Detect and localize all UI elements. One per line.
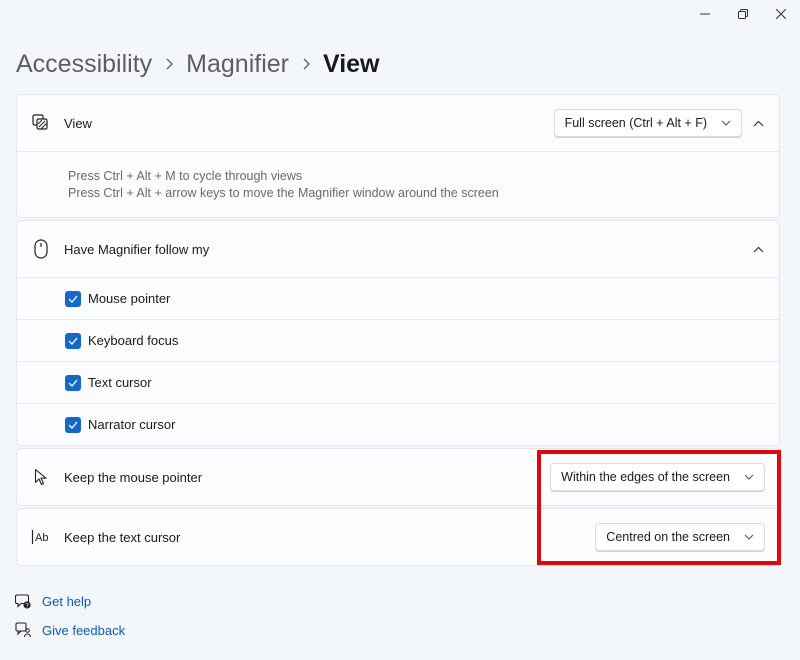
checkmark-icon bbox=[68, 421, 78, 429]
view-info: Press Ctrl + Alt + M to cycle through vi… bbox=[17, 151, 779, 217]
help-links: ? Get help Give feedback bbox=[14, 590, 125, 648]
text-cursor-card: Ab Keep the text cursor Centred on the s… bbox=[16, 508, 780, 566]
magnifier-view-icon bbox=[31, 113, 51, 133]
window-controls bbox=[686, 0, 800, 28]
follow-collapse-button[interactable] bbox=[745, 236, 771, 262]
checkmark-icon bbox=[68, 379, 78, 387]
text-cursor-checkbox[interactable] bbox=[65, 374, 81, 391]
breadcrumb: Accessibility Magnifier View bbox=[16, 46, 380, 82]
restore-icon bbox=[738, 9, 748, 19]
text-cursor-label: Text cursor bbox=[88, 375, 152, 390]
text-cursor-dropdown-value: Centred on the screen bbox=[606, 530, 730, 544]
chevron-down-icon bbox=[744, 534, 754, 540]
checkmark-icon bbox=[68, 295, 78, 303]
view-collapse-button[interactable] bbox=[745, 110, 771, 136]
narrator-cursor-checkbox[interactable] bbox=[65, 416, 81, 433]
breadcrumb-item-magnifier[interactable]: Magnifier bbox=[186, 50, 289, 79]
follow-option-text-cursor[interactable]: Text cursor bbox=[17, 361, 779, 403]
view-info-line-1: Press Ctrl + Alt + M to cycle through vi… bbox=[68, 168, 303, 183]
keyboard-focus-label: Keyboard focus bbox=[88, 333, 179, 348]
view-header[interactable]: View Full screen (Ctrl + Alt + F) bbox=[17, 95, 779, 151]
view-dropdown[interactable]: Full screen (Ctrl + Alt + F) bbox=[553, 109, 742, 137]
follow-label: Have Magnifier follow my bbox=[64, 241, 210, 257]
mouse-pointer-card: Keep the mouse pointer Within the edges … bbox=[16, 448, 780, 506]
get-help-link[interactable]: ? Get help bbox=[14, 590, 125, 612]
minimize-button[interactable] bbox=[686, 0, 724, 28]
text-cursor-row-label: Keep the text cursor bbox=[64, 529, 181, 545]
mouse-pointer-row-label: Keep the mouse pointer bbox=[64, 469, 203, 485]
help-icon: ? bbox=[14, 592, 32, 610]
follow-option-keyboard-focus[interactable]: Keyboard focus bbox=[17, 319, 779, 361]
follow-header[interactable]: Have Magnifier follow my bbox=[17, 221, 779, 277]
follow-option-mouse-pointer[interactable]: Mouse pointer bbox=[17, 277, 779, 319]
text-cursor-dropdown[interactable]: Centred on the screen bbox=[595, 523, 765, 551]
page-title: View bbox=[322, 49, 380, 78]
mouse-pointer-dropdown[interactable]: Within the edges of the screen bbox=[550, 463, 765, 491]
chevron-right-icon bbox=[289, 58, 323, 70]
chevron-up-icon bbox=[753, 120, 763, 126]
restore-button[interactable] bbox=[724, 0, 762, 28]
chevron-right-icon bbox=[152, 58, 186, 70]
svg-text:Ab: Ab bbox=[35, 532, 48, 544]
get-help-text: Get help bbox=[42, 593, 92, 609]
view-info-line-2: Press Ctrl + Alt + arrow keys to move th… bbox=[68, 185, 499, 200]
narrator-cursor-label: Narrator cursor bbox=[88, 417, 176, 432]
text-cursor-row: Ab Keep the text cursor Centred on the s… bbox=[17, 509, 779, 565]
give-feedback-link[interactable]: Give feedback bbox=[14, 619, 125, 641]
mouse-pointer-checkbox[interactable] bbox=[65, 290, 81, 307]
view-label: View bbox=[64, 115, 92, 131]
keyboard-focus-checkbox[interactable] bbox=[65, 332, 81, 349]
view-card: View Full screen (Ctrl + Alt + F) Press … bbox=[16, 94, 780, 218]
minimize-icon bbox=[700, 13, 710, 15]
close-button[interactable] bbox=[762, 0, 800, 28]
breadcrumb-item-accessibility[interactable]: Accessibility bbox=[16, 50, 152, 79]
give-feedback-text: Give feedback bbox=[42, 622, 126, 638]
chevron-up-icon bbox=[753, 246, 763, 252]
checkmark-icon bbox=[68, 337, 78, 345]
mouse-pointer-label: Mouse pointer bbox=[88, 291, 171, 306]
feedback-icon bbox=[14, 621, 32, 639]
mouse-pointer-dropdown-value: Within the edges of the screen bbox=[561, 470, 730, 484]
follow-option-narrator-cursor[interactable]: Narrator cursor bbox=[17, 403, 779, 445]
view-dropdown-value: Full screen (Ctrl + Alt + F) bbox=[564, 116, 707, 130]
mouse-pointer-icon bbox=[31, 467, 51, 487]
mouse-icon bbox=[31, 239, 51, 259]
chevron-down-icon bbox=[721, 120, 731, 126]
chevron-down-icon bbox=[744, 474, 754, 480]
text-cursor-icon: Ab bbox=[31, 527, 51, 547]
close-icon bbox=[776, 9, 786, 19]
mouse-pointer-row: Keep the mouse pointer Within the edges … bbox=[17, 449, 779, 505]
follow-card: Have Magnifier follow my Mouse pointer K… bbox=[16, 220, 780, 446]
